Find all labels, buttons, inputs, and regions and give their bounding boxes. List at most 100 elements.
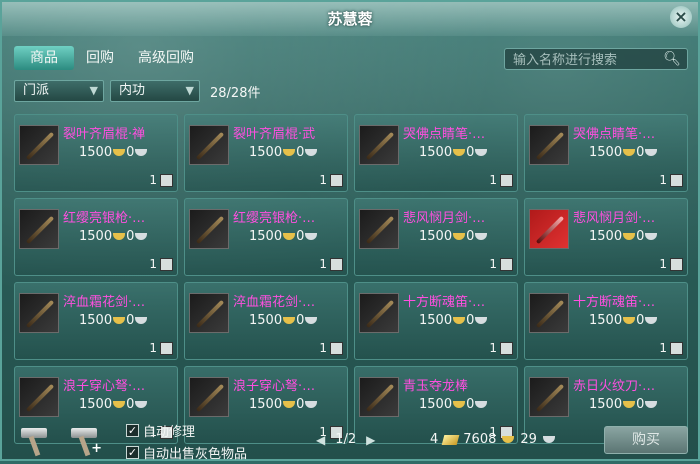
item-quantity: 1: [319, 341, 327, 355]
gold-ingot-icon: [113, 317, 126, 324]
item-name: 浪子穿心弩·…: [233, 379, 316, 394]
auto-repair-label: 自动修理: [143, 424, 196, 440]
page-indicator: 1/2: [335, 432, 357, 447]
sword-icon[interactable]: [359, 209, 399, 249]
gold-ingot-icon: [283, 233, 296, 240]
flute-icon[interactable]: [359, 293, 399, 333]
item-card[interactable]: 哭佛点睛笔·… 1500 0 1: [354, 114, 518, 192]
silver-ingot-icon: [135, 233, 148, 240]
item-silver-price: 0: [466, 145, 475, 160]
auto-sell-gray-label: 自动出售灰色物品: [143, 446, 248, 462]
item-name: 哭佛点睛笔·…: [573, 127, 656, 142]
item-quantity: 1: [319, 173, 327, 187]
item-price: 1500 0: [419, 397, 488, 412]
item-gold-price: 1500: [249, 229, 283, 244]
gold-ingot-icon: [113, 233, 126, 240]
item-card[interactable]: 红缨亮银枪·… 1500 0 1: [14, 198, 178, 276]
quantity-icon: [500, 174, 513, 187]
quantity-icon: [670, 174, 683, 187]
chevron-down-icon: ▼: [89, 84, 98, 97]
item-card[interactable]: 悲风悯月剑·… 1500 0 1: [524, 198, 688, 276]
gold-ingot-icon: [453, 149, 466, 156]
item-silver-price: 0: [296, 145, 305, 160]
item-name: 红缨亮银枪·…: [233, 211, 316, 226]
staff-icon[interactable]: [19, 125, 59, 165]
close-icon[interactable]: ×: [670, 6, 692, 28]
gold-bar-count: 4: [430, 432, 439, 447]
tab-buyback[interactable]: 回购: [74, 46, 126, 70]
item-card[interactable]: 裂叶齐眉棍·武 1500 0 1: [184, 114, 348, 192]
gold-ingot-icon: [623, 401, 636, 408]
title-bar: 苏慧蓉 ×: [2, 2, 698, 36]
item-name: 青玉夺龙棒: [403, 379, 469, 394]
item-quantity: 1: [489, 173, 497, 187]
item-silver-price: 0: [636, 313, 645, 328]
spear-icon[interactable]: [19, 209, 59, 249]
quantity-icon: [330, 174, 343, 187]
item-name: 浪子穿心弩·…: [63, 379, 146, 394]
next-page-icon[interactable]: ▶: [366, 433, 375, 447]
item-name: 红缨亮银枪·…: [63, 211, 146, 226]
item-card[interactable]: 十方断魂笛·… 1500 0 1: [354, 282, 518, 360]
staff-icon[interactable]: [189, 125, 229, 165]
auto-repair-checkbox[interactable]: ✓: [126, 423, 139, 437]
item-card[interactable]: 哭佛点睛笔·… 1500 0 1: [524, 114, 688, 192]
item-price: 1500 0: [589, 313, 658, 328]
item-card[interactable]: 红缨亮银枪·… 1500 0 1: [184, 198, 348, 276]
silver-ingot-icon: [645, 401, 658, 408]
item-card[interactable]: 裂叶齐眉棍·禅 1500 0 1: [14, 114, 178, 192]
repair-all-hammer-icon[interactable]: +: [68, 422, 102, 457]
item-name: 悲风悯月剑·…: [573, 211, 656, 226]
quantity-icon: [500, 342, 513, 355]
item-gold-price: 1500: [249, 145, 283, 160]
tab-goods[interactable]: 商品: [14, 46, 74, 70]
gold-ingot-icon: [453, 233, 466, 240]
item-silver-price: 0: [636, 145, 645, 160]
quantity-icon: [330, 258, 343, 271]
spear-icon[interactable]: [189, 209, 229, 249]
gold-ingot-icon: [113, 401, 126, 408]
jade-rod-icon[interactable]: [359, 377, 399, 417]
twin-sword-icon[interactable]: [19, 293, 59, 333]
type-select[interactable]: 内功 ▼: [110, 80, 200, 102]
crossbow-icon[interactable]: [189, 377, 229, 417]
item-price: 1500 0: [249, 313, 318, 328]
search-input[interactable]: [511, 49, 665, 71]
item-name: 哭佛点睛笔·…: [403, 127, 486, 142]
auto-sell-gray-option[interactable]: ✓ 自动出售灰色物品: [126, 442, 247, 462]
gold-ingot-icon: [623, 233, 636, 240]
item-price: 1500 0: [79, 145, 148, 160]
item-name: 赤日火纹刀·…: [573, 379, 656, 394]
silver-ingot-icon: [135, 149, 148, 156]
crossbow-icon[interactable]: [19, 377, 59, 417]
item-silver-price: 0: [636, 397, 645, 412]
search-box: 🔍︎: [504, 48, 688, 71]
faction-select-value: 门派: [23, 83, 50, 98]
brush-icon[interactable]: [359, 125, 399, 165]
auto-repair-option[interactable]: ✓ 自动修理: [126, 420, 247, 440]
tab-advanced-buyback[interactable]: 高级回购: [126, 46, 206, 70]
gold-ingot-icon: [453, 401, 466, 408]
buy-button[interactable]: 购买: [604, 426, 688, 454]
sword-icon[interactable]: [529, 209, 569, 249]
item-quantity: 1: [149, 173, 157, 187]
item-card[interactable]: 悲风悯月剑·… 1500 0 1: [354, 198, 518, 276]
gold-ingot-icon: [113, 149, 126, 156]
search-icon[interactable]: 🔍︎: [663, 51, 681, 67]
brush-icon[interactable]: [529, 125, 569, 165]
auto-sell-gray-checkbox[interactable]: ✓: [126, 445, 139, 459]
item-quantity: 1: [489, 341, 497, 355]
item-gold-price: 1500: [589, 313, 623, 328]
item-card[interactable]: 淬血霜花剑·… 1500 0 1: [184, 282, 348, 360]
prev-page-icon[interactable]: ◀: [316, 433, 325, 447]
item-card[interactable]: 十方断魂笛·… 1500 0 1: [524, 282, 688, 360]
shop-window: 苏慧蓉 × 商品 回购 高级回购 🔍︎ 门派 ▼ 内功 ▼ 28/28件 裂叶齐…: [0, 0, 700, 462]
blade-icon[interactable]: [529, 377, 569, 417]
item-card[interactable]: 淬血霜花剑·… 1500 0 1: [14, 282, 178, 360]
item-gold-price: 1500: [79, 145, 113, 160]
faction-select[interactable]: 门派 ▼: [14, 80, 104, 102]
filter-bar: 门派 ▼ 内功 ▼ 28/28件: [14, 80, 260, 102]
twin-sword-icon[interactable]: [189, 293, 229, 333]
repair-hammer-icon[interactable]: [18, 422, 52, 457]
flute-icon[interactable]: [529, 293, 569, 333]
